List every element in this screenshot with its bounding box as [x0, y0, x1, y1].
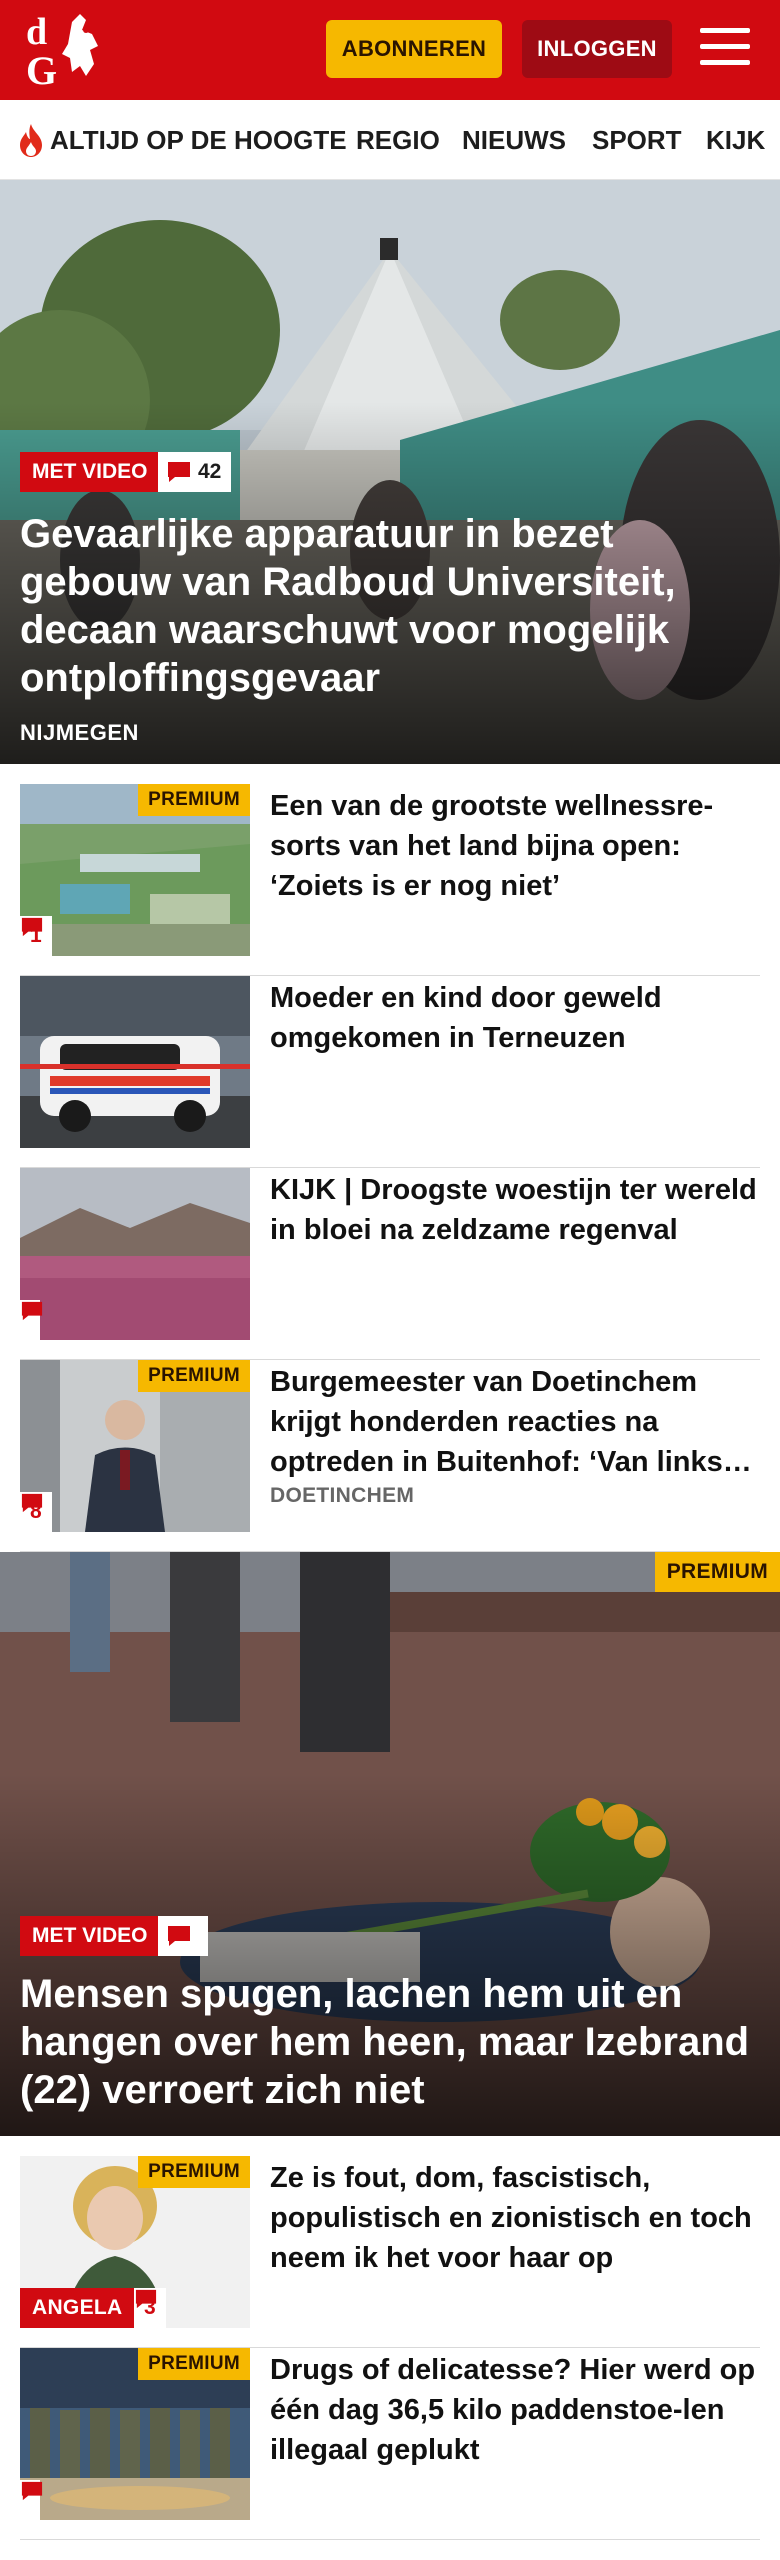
- svg-text:d: d: [26, 11, 47, 53]
- police-car-image: [20, 976, 250, 1148]
- list-item[interactable]: Moeder en kind door geweld omgekomen in …: [20, 976, 760, 1168]
- comment-count-badge[interactable]: 1: [20, 916, 52, 956]
- article-title[interactable]: Burgemeester van Doetinchem krijgt honde…: [270, 1362, 760, 1482]
- nav-item-altijd-op-de-hoogte[interactable]: ALTIJD OP DE HOOGTE: [50, 100, 347, 179]
- hero-article[interactable]: MET VIDEO 42 Gevaarlijke apparatuur in b…: [0, 180, 780, 764]
- comment-icon: [168, 1926, 190, 1946]
- comment-count: 42: [198, 460, 222, 483]
- logo-icon: d G: [26, 11, 98, 93]
- article-title[interactable]: Ze is fout, dom, fascistisch, populistis…: [270, 2158, 760, 2278]
- comment-icon: [21, 917, 43, 937]
- comment-icon: [135, 2289, 157, 2309]
- comment-icon: [21, 1493, 43, 1513]
- nav-item-kijk[interactable]: KIJK: [706, 100, 765, 179]
- article-thumbnail: PREMIUM: [20, 2348, 250, 2520]
- article-thumbnail: [20, 976, 250, 1148]
- article-thumbnail: PREMIUM 8: [20, 1360, 250, 1532]
- premium-badge: PREMIUM: [138, 2156, 250, 2188]
- article-title[interactable]: Een van de grootste wellnessre-sorts van…: [270, 786, 760, 906]
- list-item[interactable]: PREMIUM 1 Een van de grootste wellnessre…: [20, 784, 760, 976]
- comment-icon: [21, 2481, 43, 2501]
- article-thumbnail: PREMIUM ANGELA 3: [20, 2156, 250, 2328]
- nav-item-regio[interactable]: REGIO: [356, 100, 440, 179]
- author-badge: ANGELA: [20, 2288, 135, 2328]
- svg-text:G: G: [26, 48, 57, 92]
- article-thumbnail: PREMIUM 1: [20, 784, 250, 956]
- nav-item-sport[interactable]: SPORT: [592, 100, 682, 179]
- article-title[interactable]: Drugs of delicatesse? Hier werd op één d…: [270, 2350, 760, 2470]
- premium-badge: PREMIUM: [138, 2348, 250, 2380]
- premium-badge: PREMIUM: [654, 1552, 780, 1592]
- flame-icon: [20, 124, 42, 157]
- site-logo[interactable]: d G: [22, 8, 118, 93]
- article-title[interactable]: KIJK | Droogste woestijn ter wereld in b…: [270, 1170, 760, 1250]
- comment-count-badge[interactable]: 3: [134, 2288, 166, 2328]
- comment-count-badge[interactable]: 8: [20, 1492, 52, 1532]
- premium-badge: PREMIUM: [138, 784, 250, 816]
- list-item[interactable]: PREMIUM ANGELA 3 Ze is fout, dom, fascis…: [20, 2156, 760, 2348]
- subscribe-button[interactable]: ABONNEREN: [326, 20, 502, 78]
- hero-title[interactable]: Mensen spugen, lachen hem uit en hangen …: [20, 1970, 760, 2114]
- comment-count-badge[interactable]: [20, 1300, 43, 1340]
- hero-article[interactable]: PREMIUM MET VIDEO Mensen spugen, lachen …: [0, 1552, 780, 2136]
- hero-kicker: NIJMEGEN: [20, 720, 139, 745]
- main-nav: ALTIJD OP DE HOOGTE REGIO NIEUWS SPORT K…: [0, 100, 780, 180]
- comment-count-badge[interactable]: 42: [158, 452, 232, 492]
- comment-count-badge[interactable]: [158, 1916, 208, 1956]
- login-button[interactable]: INLOGGEN: [522, 20, 672, 78]
- list-item[interactable]: PREMIUM Drugs of delicatesse? Hier werd …: [20, 2348, 760, 2540]
- article-title[interactable]: Moeder en kind door geweld omgekomen in …: [270, 978, 760, 1058]
- article-thumbnail: [20, 1168, 250, 1340]
- top-bar: d G ABONNEREN INLOGGEN: [0, 0, 780, 100]
- article-kicker: DOETINCHEM: [270, 1484, 415, 1507]
- hero-title[interactable]: Gevaarlijke apparatuur in bezet gebouw v…: [20, 510, 760, 702]
- comment-count-badge[interactable]: [20, 2480, 43, 2520]
- comment-icon: [21, 1301, 43, 1321]
- premium-badge: PREMIUM: [138, 1360, 250, 1392]
- comment-icon: [168, 462, 190, 482]
- menu-icon[interactable]: [700, 26, 752, 70]
- nav-item-nieuws[interactable]: NIEUWS: [462, 100, 566, 179]
- video-badge: MET VIDEO: [20, 452, 160, 492]
- list-item[interactable]: KIJK | Droogste woestijn ter wereld in b…: [20, 1168, 760, 1360]
- list-item[interactable]: PREMIUM 8 Burgemeester van Doetinchem kr…: [20, 1360, 760, 1552]
- video-badge: MET VIDEO: [20, 1916, 160, 1956]
- desert-bloom-image: [20, 1168, 250, 1340]
